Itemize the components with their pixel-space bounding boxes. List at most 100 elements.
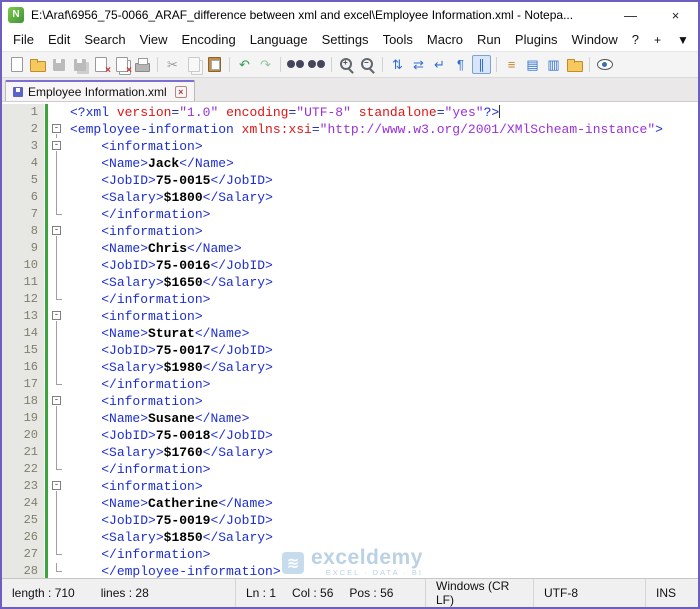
menu-edit[interactable]: Edit (41, 30, 77, 49)
code-line[interactable]: 13- <information> (2, 308, 698, 325)
code-line[interactable]: 14 <Name>Sturat</Name> (2, 325, 698, 342)
tab-close-icon[interactable]: × (174, 85, 187, 98)
status-encoding[interactable]: UTF-8 (534, 579, 646, 607)
save-all-icon[interactable] (70, 55, 89, 74)
document-list-icon[interactable]: ▥ (544, 55, 563, 74)
zoom-in-icon[interactable]: + (337, 55, 356, 74)
tab-list-dropdown-icon[interactable]: ▼ (669, 33, 697, 47)
menu-window[interactable]: Window (565, 30, 625, 49)
code-line[interactable]: 21 <Salary>$1760</Salary> (2, 444, 698, 461)
code-line[interactable]: 23- <information> (2, 478, 698, 495)
code-line[interactable]: 10 <JobID>75-0016</JobID> (2, 257, 698, 274)
code-text: <Name>Catherine</Name> (101, 496, 273, 511)
fold-collapse-icon[interactable]: - (52, 124, 61, 133)
menu-macro[interactable]: Macro (420, 30, 470, 49)
code-line[interactable]: 18- <information> (2, 393, 698, 410)
print-icon[interactable] (133, 55, 152, 74)
code-line[interactable]: 26 <Salary>$1850</Salary> (2, 529, 698, 546)
fold-margin[interactable]: - (50, 393, 66, 410)
replace-icon[interactable] (307, 55, 326, 74)
find-icon[interactable] (286, 55, 305, 74)
code-line[interactable]: 24 <Name>Catherine</Name> (2, 495, 698, 512)
editor[interactable]: 1 <?xml version="1.0" encoding="UTF-8" st… (2, 102, 698, 578)
status-insert-mode[interactable]: INS (646, 579, 698, 607)
menu-help[interactable]: ? (625, 30, 646, 49)
code-text: <employee-information xmlns:xsi="http://… (70, 122, 663, 137)
document-map-icon[interactable]: ▤ (523, 55, 542, 74)
fold-margin[interactable]: - (50, 478, 66, 495)
fold-margin[interactable]: - (50, 121, 66, 138)
zoom-out-icon[interactable]: − (358, 55, 377, 74)
menu-run[interactable]: Run (470, 30, 508, 49)
status-eol-format[interactable]: Windows (CR LF) (426, 579, 534, 607)
code-line[interactable]: 12 </information> (2, 291, 698, 308)
code-line[interactable]: 20 <JobID>75-0018</JobID> (2, 427, 698, 444)
code-line[interactable]: 4 <Name>Jack</Name> (2, 155, 698, 172)
code-line[interactable]: 5 <JobID>75-0015</JobID> (2, 172, 698, 189)
notepadpp-app-icon: N (8, 7, 24, 23)
copy-icon[interactable] (184, 55, 203, 74)
show-all-characters-icon[interactable]: ¶ (451, 55, 470, 74)
code-line[interactable]: 19 <Name>Susane</Name> (2, 410, 698, 427)
fold-collapse-icon[interactable]: - (52, 226, 61, 235)
code-line[interactable]: 25 <JobID>75-0019</JobID> (2, 512, 698, 529)
line-number: 11 (2, 274, 44, 291)
tab-new-button[interactable]: + (646, 33, 669, 47)
menu-tools[interactable]: Tools (376, 30, 420, 49)
sync-vertical-scroll-icon[interactable]: ⇅ (388, 55, 407, 74)
text-caret (499, 105, 501, 118)
fold-margin[interactable]: - (50, 138, 66, 155)
sync-horizontal-scroll-icon[interactable]: ⇄ (409, 55, 428, 74)
word-wrap-icon[interactable]: ↵ (430, 55, 449, 74)
function-list-icon[interactable]: ≡ (502, 55, 521, 74)
close-icon[interactable] (91, 55, 111, 76)
code-line[interactable]: 1 <?xml version="1.0" encoding="UTF-8" st… (2, 104, 698, 121)
code-line[interactable]: 8- <information> (2, 223, 698, 240)
code-line[interactable]: 22 </information> (2, 461, 698, 478)
cut-icon[interactable]: ✂ (163, 55, 182, 74)
menu-settings[interactable]: Settings (315, 30, 376, 49)
monitoring-icon[interactable] (595, 55, 614, 74)
save-icon[interactable] (49, 55, 68, 74)
code-line[interactable]: 7 </information> (2, 206, 698, 223)
line-number: 24 (2, 495, 44, 512)
menu-file[interactable]: File (6, 30, 41, 49)
menu-plugins[interactable]: Plugins (508, 30, 565, 49)
close-button[interactable]: × (653, 2, 698, 28)
new-file-icon[interactable] (7, 55, 26, 74)
menu-search[interactable]: Search (77, 30, 132, 49)
close-all-icon[interactable] (112, 55, 132, 76)
code-line[interactable]: 28 </employee-information> (2, 563, 698, 578)
fold-margin (50, 274, 66, 291)
fold-collapse-icon[interactable]: - (52, 396, 61, 405)
menu-encoding[interactable]: Encoding (175, 30, 243, 49)
fold-collapse-icon[interactable]: - (52, 481, 61, 490)
minimize-button[interactable]: — (608, 2, 653, 28)
code-line[interactable]: 15 <JobID>75-0017</JobID> (2, 342, 698, 359)
code-line[interactable]: 27 </information> (2, 546, 698, 563)
tab-employee-information-xml[interactable]: Employee Information.xml × (5, 80, 195, 101)
undo-icon[interactable]: ↶ (235, 55, 254, 74)
show-indent-guide-icon[interactable]: ∥ (472, 55, 491, 74)
paste-icon[interactable] (205, 55, 224, 74)
code-line[interactable]: 16 <Salary>$1980</Salary> (2, 359, 698, 376)
saved-file-icon (13, 86, 23, 97)
fold-margin[interactable]: - (50, 308, 66, 325)
menu-view[interactable]: View (133, 30, 175, 49)
code-line[interactable]: 6 <Salary>$1800</Salary> (2, 189, 698, 206)
code-line[interactable]: 17 </information> (2, 376, 698, 393)
fold-margin (50, 444, 66, 461)
redo-icon[interactable]: ↷ (256, 55, 275, 74)
fold-collapse-icon[interactable]: - (52, 141, 61, 150)
code-line[interactable]: 11 <Salary>$1650</Salary> (2, 274, 698, 291)
menu-language[interactable]: Language (243, 30, 315, 49)
folder-as-workspace-icon[interactable] (565, 55, 584, 74)
code-line[interactable]: 2- <employee-information xmlns:xsi="http:… (2, 121, 698, 138)
fold-collapse-icon[interactable]: - (52, 311, 61, 320)
open-file-icon[interactable] (28, 55, 47, 74)
fold-margin[interactable]: - (50, 223, 66, 240)
line-number: 2 (2, 121, 44, 138)
code-line[interactable]: 9 <Name>Chris</Name> (2, 240, 698, 257)
code-line[interactable]: 3- <information> (2, 138, 698, 155)
fold-margin (50, 155, 66, 172)
